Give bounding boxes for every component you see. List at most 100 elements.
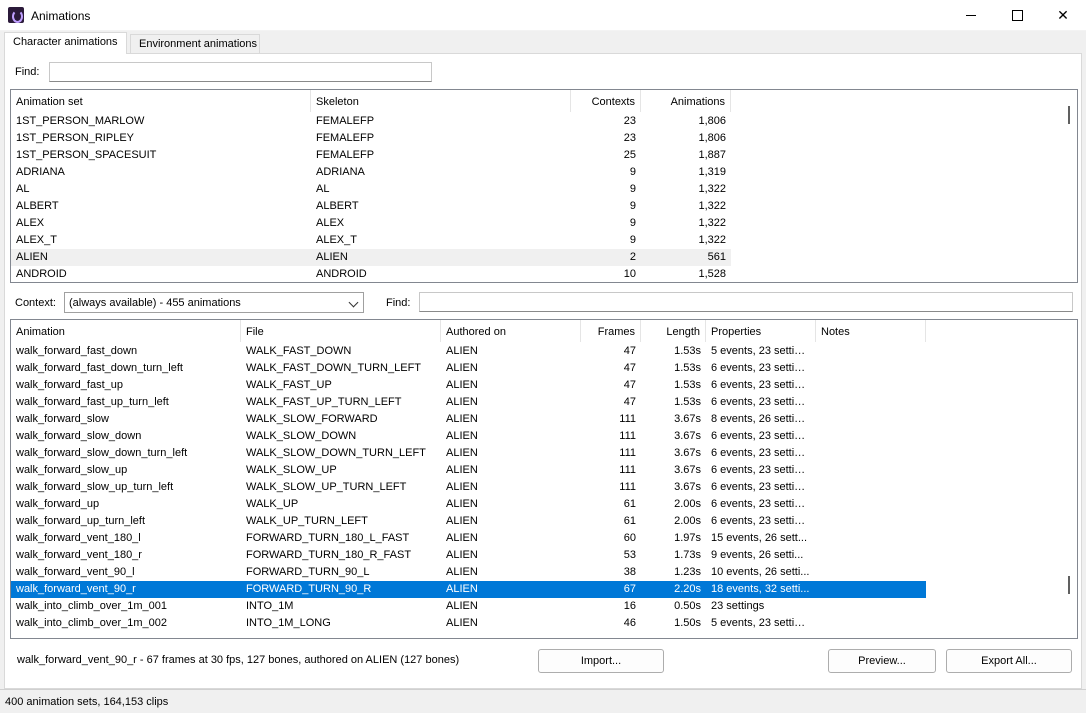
properties-cell: 6 events, 23 settings	[711, 430, 812, 442]
animations-table-row[interactable]: walk_forward_up WALK_UP ALIEN 61 2.00s 6 even…	[11, 496, 926, 513]
sets-table-row[interactable]: ALBERT ALBERT 9 1,322	[11, 198, 731, 215]
set-name-cell: 1ST_PERSON_MARLOW	[16, 115, 145, 127]
notes-cell	[816, 547, 926, 564]
column-header-animation-set[interactable]: Animation set	[11, 90, 311, 112]
tab-character-animations[interactable]: Character animations	[4, 32, 127, 54]
notes-cell	[816, 445, 926, 462]
context-select[interactable]: (always available) - 455 animations	[64, 292, 364, 313]
contexts-cell: 9	[629, 234, 636, 246]
animations-table-row[interactable]: walk_into_climb_over_1m_001 INTO_1M ALIEN 1…	[11, 598, 926, 615]
authored-on-cell: ALIEN	[446, 532, 478, 544]
animation-name-cell: walk_into_climb_over_1m_002	[16, 617, 168, 629]
file-cell: FORWARD_TURN_180_R_FAST	[246, 549, 412, 561]
animations-table-row[interactable]: walk_forward_slow_down WALK_SLOW_DOWN ALIE…	[11, 428, 926, 445]
sets-table-row[interactable]: ALIEN ALIEN 2 561	[11, 249, 731, 266]
frames-cell: 111	[619, 447, 636, 459]
authored-on-cell: ALIEN	[446, 600, 478, 612]
notes-cell	[816, 598, 926, 615]
set-name-cell: ALEX	[16, 217, 45, 229]
sets-table-row[interactable]: ADRIANA ADRIANA 9 1,319	[11, 164, 731, 181]
frames-cell: 111	[619, 430, 636, 442]
file-cell: WALK_SLOW_UP_TURN_LEFT	[246, 481, 407, 493]
animations-table-row[interactable]: walk_forward_slow_up_turn_left WALK_SLOW_…	[11, 479, 926, 496]
column-header-properties[interactable]: Properties	[706, 320, 816, 342]
animations-table-row[interactable]: walk_into_climb_over_1m_002 INTO_1M_LONG A…	[11, 615, 926, 632]
notes-cell	[816, 462, 926, 479]
sets-table-row[interactable]: 1ST_PERSON_SPACESUIT FEMALEFP 25 1,887	[11, 147, 731, 164]
animations-table-row[interactable]: walk_forward_slow WALK_SLOW_FORWARD ALIEN 1…	[11, 411, 926, 428]
animation-name-cell: walk_forward_fast_up_turn_left	[16, 396, 169, 408]
import-button[interactable]: Import...	[538, 649, 664, 673]
length-cell: 2.20s	[674, 583, 701, 595]
tab-environment-animations[interactable]: Environment animations	[130, 34, 260, 54]
maximize-button[interactable]	[994, 0, 1040, 31]
sets-scrollbar[interactable]	[1061, 90, 1077, 282]
column-header-length[interactable]: Length	[641, 320, 706, 342]
animation-sets-list[interactable]: Animation set Skeleton Contexts Animatio…	[10, 89, 1078, 283]
sets-table-row[interactable]: ALEX_T ALEX_T 9 1,322	[11, 232, 731, 249]
set-name-cell: 1ST_PERSON_RIPLEY	[16, 132, 134, 144]
animations-table-row[interactable]: walk_forward_up_turn_left WALK_UP_TURN_LE…	[11, 513, 926, 530]
file-cell: WALK_FAST_UP_TURN_LEFT	[246, 396, 402, 408]
contexts-cell: 10	[623, 268, 636, 280]
authored-on-cell: ALIEN	[446, 566, 478, 578]
properties-cell: 6 events, 23 settings	[711, 447, 812, 459]
animations-table-row[interactable]: walk_forward_vent_180_l FORWARD_TURN_180_…	[11, 530, 926, 547]
export-all-button[interactable]: Export All...	[946, 649, 1072, 673]
column-header-skeleton[interactable]: Skeleton	[311, 90, 571, 112]
sets-table-row[interactable]: 1ST_PERSON_RIPLEY FEMALEFP 23 1,806	[11, 130, 731, 147]
length-cell: 1.73s	[674, 549, 701, 561]
column-header-authored-on[interactable]: Authored on	[441, 320, 581, 342]
animations-table-row[interactable]: walk_forward_fast_up_turn_left WALK_FAST_…	[11, 394, 926, 411]
animations-table-row[interactable]: walk_forward_vent_90_r FORWARD_TURN_90_R A…	[11, 581, 926, 598]
anims-scroll-thumb[interactable]	[1068, 576, 1070, 594]
minimize-button[interactable]	[948, 0, 994, 31]
column-header-contexts[interactable]: Contexts	[571, 90, 641, 112]
preview-button[interactable]: Preview...	[828, 649, 936, 673]
close-button[interactable]: ✕	[1040, 0, 1086, 31]
authored-on-cell: ALIEN	[446, 345, 478, 357]
sets-scroll-thumb[interactable]	[1068, 106, 1070, 124]
skeleton-cell: ANDROID	[316, 268, 367, 280]
animations-table-row[interactable]: walk_forward_vent_180_r FORWARD_TURN_180_…	[11, 547, 926, 564]
animation-name-cell: walk_forward_slow_down_turn_left	[16, 447, 188, 459]
animations-table-row[interactable]: walk_forward_fast_down_turn_left WALK_FAS…	[11, 360, 926, 377]
column-header-animation[interactable]: Animation	[11, 320, 241, 342]
animation-name-cell: walk_forward_vent_90_l	[16, 566, 135, 578]
frames-cell: 111	[619, 413, 636, 425]
anims-scrollbar[interactable]	[1061, 320, 1077, 638]
column-header-file[interactable]: File	[241, 320, 441, 342]
find-animations-input[interactable]	[419, 292, 1073, 312]
sets-table-row[interactable]: AL AL 9 1,322	[11, 181, 731, 198]
set-name-cell: ALBERT	[16, 200, 59, 212]
properties-cell: 23 settings	[711, 600, 765, 612]
animations-list[interactable]: Animation File Authored on Frames Length…	[10, 319, 1078, 639]
animations-table-row[interactable]: walk_forward_slow_down_turn_left WALK_SLO…	[11, 445, 926, 462]
sets-table-row[interactable]: ALEX ALEX 9 1,322	[11, 215, 731, 232]
sets-table-row[interactable]: 1ST_PERSON_MARLOW FEMALEFP 23 1,806	[11, 113, 731, 130]
title-bar: Animations ✕	[0, 0, 1086, 31]
length-cell: 3.67s	[674, 413, 701, 425]
sets-table-row[interactable]: ANDROID ANDROID 10 1,528	[11, 266, 731, 282]
file-cell: WALK_SLOW_DOWN	[246, 430, 357, 442]
properties-cell: 15 events, 26 sett...	[711, 532, 808, 544]
animations-table-row[interactable]: walk_forward_vent_90_l FORWARD_TURN_90_L A…	[11, 564, 926, 581]
column-header-notes[interactable]: Notes	[816, 320, 926, 342]
animations-table-row[interactable]: walk_forward_fast_down WALK_FAST_DOWN ALIE…	[11, 343, 926, 360]
column-header-frames[interactable]: Frames	[581, 320, 641, 342]
find-sets-input[interactable]	[49, 62, 432, 82]
length-cell: 3.67s	[674, 481, 701, 493]
properties-cell: 6 events, 23 settings	[711, 396, 812, 408]
properties-cell: 6 events, 23 settings	[711, 498, 812, 510]
properties-cell: 5 events, 23 settings	[711, 345, 812, 357]
animations-table-row[interactable]: walk_forward_slow_up WALK_SLOW_UP ALIEN 111…	[11, 462, 926, 479]
column-header-animations[interactable]: Animations	[641, 90, 731, 112]
sets-header: Animation set Skeleton Contexts Animatio…	[11, 90, 1061, 112]
length-cell: 1.23s	[674, 566, 701, 578]
context-select-value: (always available) - 455 animations	[69, 297, 241, 309]
frames-cell: 111	[619, 481, 636, 493]
properties-cell: 9 events, 26 setti...	[711, 549, 804, 561]
animations-table-row[interactable]: walk_forward_fast_up WALK_FAST_UP ALIEN 47 1…	[11, 377, 926, 394]
file-cell: WALK_FAST_UP	[246, 379, 332, 391]
set-name-cell: ANDROID	[16, 268, 67, 280]
